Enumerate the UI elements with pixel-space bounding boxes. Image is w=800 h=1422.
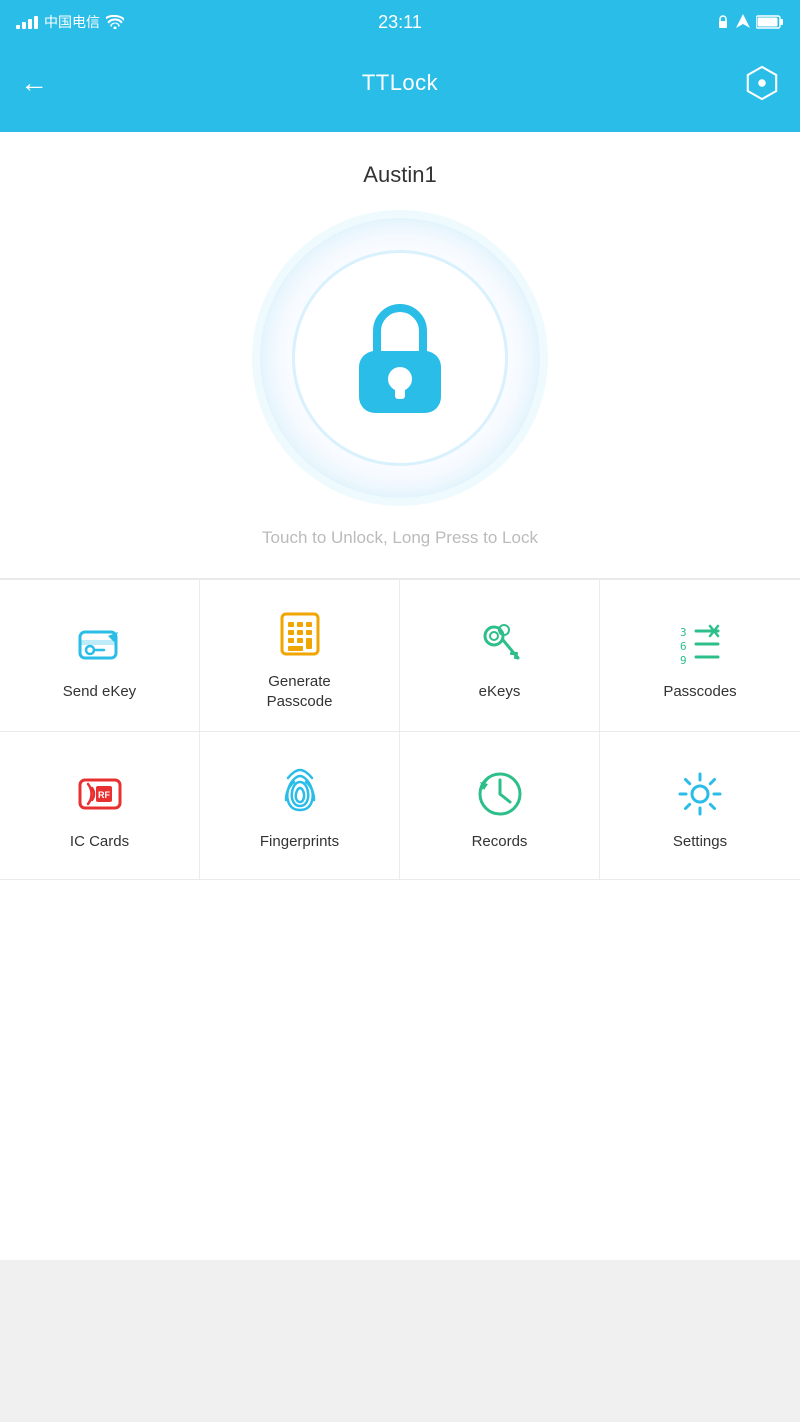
generate-passcode-button[interactable]: GeneratePasscode <box>200 580 400 732</box>
location-icon <box>736 14 750 30</box>
lock-button[interactable] <box>260 218 540 498</box>
page-title: TTLock <box>362 70 438 96</box>
passcodes-icon: 3 6 9 <box>674 618 726 670</box>
fingerprints-icon <box>274 768 326 820</box>
status-bar-right <box>716 14 784 30</box>
send-ekey-icon <box>74 618 126 670</box>
status-bar: 中国电信 23:11 <box>0 0 800 44</box>
ic-cards-button[interactable]: RF IC Cards <box>0 732 200 880</box>
send-ekey-button[interactable]: Send eKey <box>0 580 200 732</box>
svg-text:3: 3 <box>680 626 687 639</box>
lock-name: Austin1 <box>363 162 436 188</box>
status-bar-left: 中国电信 <box>16 12 124 32</box>
records-label: Records <box>472 832 528 852</box>
svg-text:9: 9 <box>680 654 687 667</box>
wifi-icon <box>106 15 124 29</box>
records-icon <box>474 768 526 820</box>
grid-menu: Send eKey GeneratePasscode <box>0 579 800 880</box>
generate-passcode-icon <box>274 608 326 660</box>
ekeys-button[interactable]: eKeys <box>400 580 600 732</box>
bottom-space <box>0 880 800 1260</box>
main-content: Austin1 Touch to Unlock, Long Press to L… <box>0 132 800 1260</box>
lock-panel[interactable]: Austin1 Touch to Unlock, Long Press to L… <box>0 132 800 579</box>
fingerprints-label: Fingerprints <box>260 832 339 852</box>
lock-hint: Touch to Unlock, Long Press to Lock <box>262 528 538 548</box>
settings-label: Settings <box>673 832 727 852</box>
send-ekey-label: Send eKey <box>63 682 136 702</box>
carrier-label: 中国电信 <box>44 12 100 32</box>
ekeys-label: eKeys <box>479 682 521 702</box>
settings-button[interactable]: Settings <box>600 732 800 880</box>
ic-cards-icon: RF <box>74 768 126 820</box>
svg-text:RF: RF <box>98 790 110 800</box>
settings-icon <box>674 768 726 820</box>
status-time: 23:11 <box>378 12 422 33</box>
lock-icon-inner <box>295 253 505 463</box>
screen-lock-icon <box>716 14 730 30</box>
svg-text:6: 6 <box>680 640 687 653</box>
generate-passcode-label: GeneratePasscode <box>267 672 333 711</box>
records-button[interactable]: Records <box>400 732 600 880</box>
ic-cards-label: IC Cards <box>70 832 129 852</box>
hex-settings-button[interactable] <box>744 65 780 101</box>
passcodes-label: Passcodes <box>663 682 736 702</box>
signal-icon <box>16 16 38 29</box>
passcodes-button[interactable]: 3 6 9 Passcodes <box>600 580 800 732</box>
fingerprints-button[interactable]: Fingerprints <box>200 732 400 880</box>
ekeys-icon <box>474 618 526 670</box>
nav-bar: ← TTLock <box>0 44 800 132</box>
back-button[interactable]: ← <box>20 67 48 99</box>
battery-icon <box>756 15 784 29</box>
